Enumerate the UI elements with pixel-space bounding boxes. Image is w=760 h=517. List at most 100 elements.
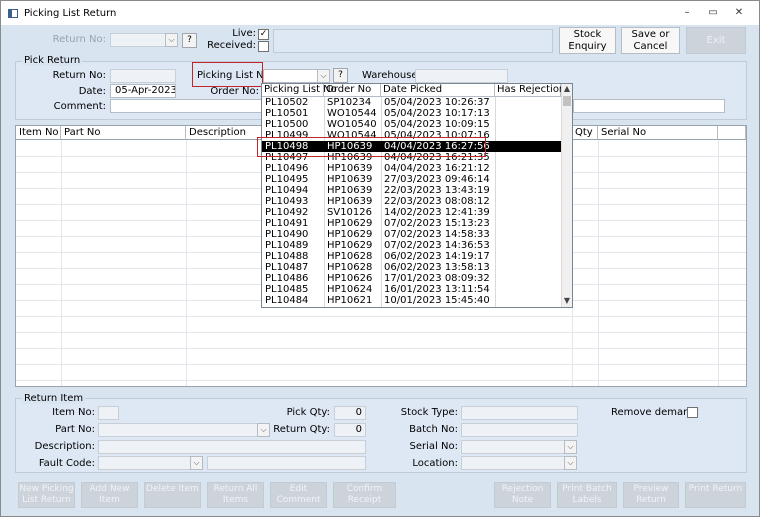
confirm-receipt-button[interactable]: Confirm Receipt (333, 482, 396, 508)
exit-button[interactable]: Exit (686, 27, 746, 54)
dropdown-row[interactable]: PL10502 SP10234 05/04/2023 10:26:37 (262, 97, 561, 108)
remove-demand-label: Remove demand: (611, 407, 700, 418)
print-batch-labels-button[interactable]: Print Batch Labels (557, 482, 617, 508)
add-new-item-button[interactable]: Add New Item (81, 482, 138, 508)
window-title: Picking List Return (24, 8, 117, 19)
dropdown-header-has-rejections[interactable]: Has Rejections (495, 84, 570, 97)
column-header-item-no[interactable]: Item No (16, 126, 61, 140)
new-picking-list-return-button[interactable]: New Picking List Return (18, 482, 75, 508)
row-order-no: HP10629 (327, 240, 373, 251)
dropdown-row[interactable]: PL10494 HP10639 22/03/2023 13:43:19 (262, 185, 561, 196)
chevron-down-icon[interactable]: ⌵ (317, 69, 330, 83)
minimize-icon[interactable]: – (680, 7, 694, 19)
dropdown-row[interactable]: PL10488 HP10628 06/02/2023 14:19:17 (262, 251, 561, 262)
edit-comment-button[interactable]: Edit Comment (270, 482, 327, 508)
dropdown-row[interactable]: PL10492 SV10126 14/02/2023 12:41:39 (262, 207, 561, 218)
chevron-down-icon[interactable]: ⌵ (564, 440, 577, 454)
picking-list-field[interactable] (263, 69, 319, 83)
fault-description-field[interactable] (207, 456, 366, 470)
return-item-title: Return Item (22, 393, 86, 404)
dropdown-row[interactable]: PL10495 HP10639 27/03/2023 09:46:14 (262, 174, 561, 185)
row-picking-list-no: PL10487 (265, 262, 309, 273)
column-header-serial-no[interactable]: Serial No (598, 126, 718, 140)
preview-return-button[interactable]: Preview Return (623, 482, 679, 508)
return-no-field[interactable] (110, 69, 176, 83)
row-picking-list-no: PL10502 (265, 97, 309, 108)
restore-icon[interactable]: ▭ (706, 7, 720, 19)
warehouse-field[interactable] (415, 69, 508, 83)
live-checkbox[interactable]: ✓ (258, 29, 269, 40)
delete-item-button[interactable]: Delete Item (144, 482, 201, 508)
dropdown-header-picking-list-no[interactable]: Picking List No (262, 84, 337, 97)
top-return-no-label: Return No: (52, 34, 106, 45)
serial-no-field[interactable] (461, 440, 565, 454)
row-picking-list-no: PL10491 (265, 218, 309, 229)
location-field[interactable] (461, 456, 565, 470)
dropdown-scrollbar[interactable]: ▲ ▼ (561, 84, 572, 307)
item-no-field[interactable] (98, 406, 119, 420)
row-order-no: HP10639 (327, 185, 373, 196)
row-picking-list-no: PL10493 (265, 196, 309, 207)
dropdown-row[interactable]: PL10487 HP10628 06/02/2023 13:58:13 (262, 262, 561, 273)
dropdown-row[interactable]: PL10501 WO10544 05/04/2023 10:17:13 (262, 108, 561, 119)
chevron-down-icon[interactable]: ⌵ (165, 33, 178, 47)
print-return-button[interactable]: Print Return (685, 482, 746, 508)
dropdown-row[interactable]: PL10485 HP10624 16/01/2023 13:11:54 (262, 284, 561, 295)
dropdown-row[interactable]: PL10500 WO10540 05/04/2023 10:09:15 (262, 119, 561, 130)
remove-demand-checkbox[interactable] (687, 407, 698, 418)
row-picking-list-no: PL10489 (265, 240, 309, 251)
dropdown-row[interactable]: PL10489 HP10629 07/02/2023 14:36:53 (262, 240, 561, 251)
picking-list-dropdown[interactable]: Picking List No Order No Date Picked Has… (261, 83, 573, 308)
scroll-up-icon[interactable]: ▲ (562, 84, 572, 94)
top-return-no-field[interactable] (110, 33, 166, 47)
dropdown-row[interactable]: PL10486 HP10626 17/01/2023 08:09:32 (262, 273, 561, 284)
rejection-note-button[interactable]: Rejection Note (494, 482, 551, 508)
row-date-picked: 22/03/2023 08:08:12 (384, 196, 490, 207)
column-header-part-no[interactable]: Part No (61, 126, 186, 140)
stock-enquiry-button[interactable]: Stock Enquiry (559, 27, 616, 54)
grid-row-line (16, 380, 746, 381)
received-checkbox[interactable] (258, 41, 269, 52)
date-field[interactable]: 05-Apr-2023 (110, 84, 176, 98)
row-order-no: WO10544 (327, 108, 377, 119)
dropdown-row[interactable]: PL10491 HP10629 07/02/2023 15:13:23 (262, 218, 561, 229)
chevron-down-icon[interactable]: ⌵ (564, 456, 577, 470)
dropdown-row[interactable]: PL10493 HP10639 22/03/2023 08:08:12 (262, 196, 561, 207)
live-label: Live: (232, 28, 256, 39)
picking-list-return-window: Picking List Return – ▭ ✕ Return No: ⌵ ?… (0, 0, 760, 517)
row-date-picked: 06/02/2023 14:19:17 (384, 251, 490, 262)
comment-field-end[interactable] (573, 99, 725, 113)
location-label: Location: (412, 458, 458, 469)
close-icon[interactable]: ✕ (732, 7, 746, 19)
part-no-label: Part No: (55, 424, 95, 435)
row-date-picked: 22/03/2023 13:43:19 (384, 185, 490, 196)
pick-qty-field[interactable]: 0 (334, 406, 366, 420)
dropdown-row[interactable]: PL10490 HP10629 07/02/2023 14:58:33 (262, 229, 561, 240)
description-field[interactable] (98, 440, 366, 454)
row-date-picked: 07/02/2023 14:36:53 (384, 240, 490, 251)
dropdown-header-date-picked[interactable]: Date Picked (381, 84, 495, 97)
dropdown-row[interactable]: PL10496 HP10639 04/04/2023 16:21:12 (262, 163, 561, 174)
dropdown-header-order-no[interactable]: Order No (324, 84, 381, 97)
batch-no-field[interactable] (461, 423, 578, 437)
dropdown-row[interactable]: PL10484 HP10621 10/01/2023 15:45:40 (262, 295, 561, 306)
row-order-no: HP10639 (327, 196, 373, 207)
scroll-thumb[interactable] (563, 96, 571, 106)
part-no-field[interactable] (98, 423, 259, 437)
scroll-down-icon[interactable]: ▼ (562, 296, 572, 306)
save-cancel-button[interactable]: Save or Cancel (621, 27, 680, 54)
comment-field[interactable] (110, 99, 262, 113)
return-qty-field[interactable]: 0 (334, 423, 366, 437)
grid-row-line (16, 332, 746, 333)
picking-help-button[interactable]: ? (333, 68, 348, 83)
fault-code-field[interactable] (98, 456, 192, 470)
stock-type-field[interactable] (461, 406, 578, 420)
description-label: Description: (34, 441, 95, 452)
column-header-blank (718, 126, 746, 140)
column-header-qty[interactable]: Qty (572, 126, 598, 140)
chevron-down-icon[interactable]: ⌵ (190, 456, 203, 470)
top-help-button[interactable]: ? (182, 33, 197, 48)
row-order-no: SV10126 (327, 207, 372, 218)
stock-type-label: Stock Type: (400, 407, 458, 418)
return-all-items-button[interactable]: Return All Items (207, 482, 264, 508)
